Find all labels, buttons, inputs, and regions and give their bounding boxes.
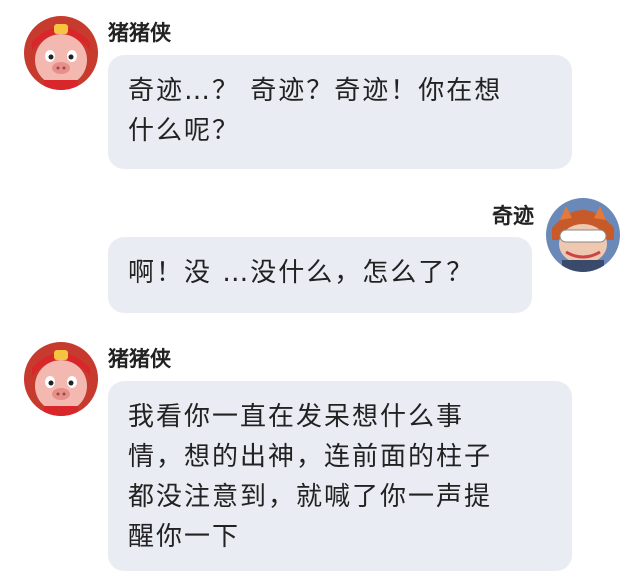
message-text-line: 都没注意到，就喊了你一声提 (128, 482, 493, 512)
message-text-line: 什么呢？ (128, 116, 241, 146)
zhuzhuxia-avatar-icon[interactable] (24, 16, 98, 90)
message-bubble: 我看你一直在发呆想什么事 情，想的出神，连前面的柱子 都没注意到，就喊了你一声提… (108, 381, 572, 571)
qiji-avatar-icon[interactable] (546, 198, 620, 272)
message-bubble: 啊！没 …没什么，怎么了？ (108, 237, 532, 313)
message-bubble: 奇迹…？ 奇迹？奇迹！你在想 什么呢？ (108, 55, 572, 169)
sender-name: 奇迹 (492, 204, 534, 228)
message-text-line: 我看你一直在发呆想什么事 (128, 402, 465, 432)
message-text-line: 醒你一下 (128, 522, 241, 552)
sender-name: 猪猪侠 (108, 21, 171, 45)
zhuzhuxia-avatar-icon[interactable] (24, 342, 98, 416)
message-text-line: 情，想的出神，连前面的柱子 (128, 442, 493, 472)
message-text-line: 啊！没 …没什么，怎么了？ (128, 258, 475, 288)
sender-name: 猪猪侠 (108, 347, 171, 371)
message-text-line: 奇迹…？ 奇迹？奇迹！你在想 (128, 76, 503, 106)
